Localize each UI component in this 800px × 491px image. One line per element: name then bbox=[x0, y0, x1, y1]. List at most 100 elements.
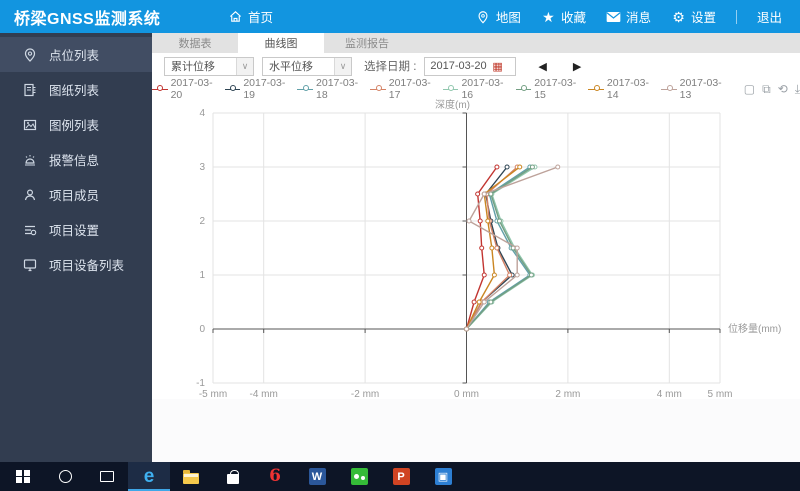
powerpoint-icon[interactable]: P bbox=[380, 462, 422, 491]
alarm-icon bbox=[25, 154, 35, 166]
legend-item-2017-03-17[interactable]: 2017-03-17 bbox=[370, 77, 433, 101]
line-chart: -5 mm -4 mm -2 mm 0 mm 2 mm 4 mm 5 mm 4 3 2 1 0 -1 深度… bbox=[152, 99, 800, 399]
cortana-icon[interactable] bbox=[44, 462, 86, 491]
svg-text:-5 mm: -5 mm bbox=[199, 389, 227, 399]
svg-text:0: 0 bbox=[199, 324, 205, 335]
task-view-icon[interactable] bbox=[86, 462, 128, 491]
svg-text:-1: -1 bbox=[196, 378, 205, 389]
legend-marker-icon bbox=[442, 85, 459, 93]
svg-text:-2 mm: -2 mm bbox=[351, 389, 379, 399]
calendar-icon: ▦ bbox=[492, 60, 503, 73]
chevron-down-icon: ∨ bbox=[236, 57, 253, 75]
sidebar-item-项目设备列表[interactable]: 项目设备列表 bbox=[0, 247, 152, 282]
download-icon[interactable]: ⤓ bbox=[795, 83, 800, 95]
main-content: 数据表曲线图监测报告 累计位移 ∨ 水平位移 ∨ 选择日期 : ▦ ◀ ▶ bbox=[151, 33, 800, 462]
nav-home[interactable]: 首页 bbox=[228, 7, 273, 26]
wechat-icon[interactable] bbox=[338, 462, 380, 491]
windows-taskbar: e 6 W P ▣ bbox=[0, 462, 800, 491]
app-title: 桥梁GNSS监测系统 bbox=[14, 10, 161, 28]
drawing-sheet-icon bbox=[24, 83, 36, 96]
tab-监测报告[interactable]: 监测报告 bbox=[324, 33, 410, 53]
app-window: 桥梁GNSS监测系统 首页 地图 ★ 收藏 消息 ⚙ 设置 退出 点位列表 图纸列表 图例列表报… bbox=[0, 0, 800, 491]
word-icon[interactable]: W bbox=[296, 462, 338, 491]
header-actions: 地图 ★ 收藏 消息 ⚙ 设置 退出 bbox=[476, 7, 800, 26]
prev-day-button[interactable]: ◀ bbox=[538, 60, 546, 73]
svg-text:深度(m): 深度(m) bbox=[435, 99, 470, 111]
home-icon bbox=[228, 9, 243, 24]
tab-数据表[interactable]: 数据表 bbox=[152, 33, 238, 53]
svg-text:2 mm: 2 mm bbox=[555, 389, 580, 399]
chart-canvas: -5 mm -4 mm -2 mm 0 mm 2 mm 4 mm 5 mm 4 3 2 1 0 -1 深度… bbox=[196, 99, 781, 399]
member-icon bbox=[24, 188, 36, 200]
gear-icon: ⚙ bbox=[672, 8, 685, 25]
file-explorer-icon[interactable] bbox=[170, 462, 212, 491]
svg-text:4: 4 bbox=[199, 108, 205, 119]
top-header: 桥梁GNSS监测系统 首页 地图 ★ 收藏 消息 ⚙ 设置 退出 bbox=[0, 0, 800, 33]
store-icon[interactable] bbox=[212, 462, 254, 491]
legend-item-2017-03-20[interactable]: 2017-03-20 bbox=[151, 77, 215, 101]
date-picker[interactable]: ▦ bbox=[424, 56, 517, 76]
date-label: 选择日期 : bbox=[364, 61, 417, 73]
location-pin-icon bbox=[24, 47, 36, 62]
legend-item-2017-03-14[interactable]: 2017-03-14 bbox=[588, 77, 651, 101]
header-action-设置[interactable]: ⚙ 设置 bbox=[671, 7, 716, 26]
svg-text:3: 3 bbox=[199, 162, 205, 173]
header-action-消息[interactable]: 消息 bbox=[606, 7, 651, 26]
map-pin-icon bbox=[476, 9, 491, 24]
tab-bar: 数据表 曲线图 监测报告 bbox=[152, 33, 800, 53]
svg-text:4 mm: 4 mm bbox=[657, 389, 682, 399]
legend-marker-icon bbox=[588, 85, 604, 93]
legend-marker-icon bbox=[515, 85, 532, 93]
chevron-down-icon: ∨ bbox=[334, 57, 351, 75]
displacement-type-value: 累计位移 bbox=[171, 61, 215, 73]
svg-text:-4 mm: -4 mm bbox=[250, 389, 278, 399]
legend-marker-icon bbox=[151, 85, 168, 93]
filter-controls: 累计位移 ∨ 水平位移 ∨ 选择日期 : ▦ ◀ ▶ bbox=[152, 53, 800, 79]
windows-start-icon[interactable] bbox=[2, 462, 44, 491]
legend-marker-icon bbox=[297, 85, 314, 93]
sidebar-item-点位列表[interactable]: 点位列表 bbox=[0, 37, 152, 72]
svg-text:位移量(mm): 位移量(mm) bbox=[728, 322, 781, 335]
header-action-地图[interactable]: 地图 bbox=[476, 7, 521, 26]
nav-home-label: 首页 bbox=[248, 11, 274, 25]
logout-button[interactable]: 退出 bbox=[757, 7, 782, 26]
next-day-button[interactable]: ▶ bbox=[573, 60, 581, 73]
direction-select[interactable]: 水平位移 ∨ bbox=[262, 56, 352, 76]
svg-text:1: 1 bbox=[199, 270, 205, 281]
box-zoom-icon[interactable]: ▢ bbox=[744, 83, 755, 95]
header-divider bbox=[735, 9, 737, 24]
legend-item-2017-03-16[interactable]: 2017-03-16 bbox=[442, 77, 506, 101]
legend-marker-icon bbox=[661, 85, 677, 93]
legend-marker-icon bbox=[370, 85, 386, 93]
header-action-收藏[interactable]: ★ 收藏 bbox=[541, 7, 586, 26]
date-input[interactable] bbox=[425, 60, 492, 72]
device-list-icon bbox=[23, 258, 37, 271]
displacement-type-select[interactable]: 累计位移 ∨ bbox=[164, 56, 254, 76]
blue-app-icon[interactable]: ▣ bbox=[422, 462, 464, 491]
sidebar-item-图例列表[interactable]: 图例列表 bbox=[0, 107, 152, 142]
refresh-icon[interactable]: ⟲ bbox=[778, 83, 788, 95]
legend-item-2017-03-19[interactable]: 2017-03-19 bbox=[224, 77, 288, 101]
svg-text:2: 2 bbox=[199, 216, 205, 227]
browser-360-icon[interactable]: 6 bbox=[254, 462, 296, 491]
legend-marker-icon bbox=[224, 85, 241, 93]
sidebar-item-报警信息[interactable]: 报警信息 bbox=[0, 142, 152, 177]
sidebar-item-项目设置[interactable]: 项目设置 bbox=[0, 212, 152, 247]
chart-legend: 2017-03-20 2017-03-19 2017-03-18 2017-03-17… bbox=[151, 77, 800, 101]
legend-item-2017-03-15[interactable]: 2017-03-15 bbox=[515, 77, 579, 101]
sidebar: 点位列表 图纸列表 图例列表 报警信息 项目成员 项目设置 项目设备列表 bbox=[0, 33, 152, 462]
chart-toolbox: ▢ ⧉ ⟲ ⤓ bbox=[744, 83, 800, 95]
svg-text:0 mm: 0 mm bbox=[454, 389, 479, 399]
tab-曲线图[interactable]: 曲线图 bbox=[238, 33, 324, 53]
star-icon: ★ bbox=[542, 8, 555, 25]
mail-icon bbox=[606, 9, 621, 24]
sidebar-item-项目成员[interactable]: 项目成员 bbox=[0, 177, 152, 212]
legend-item-2017-03-18[interactable]: 2017-03-18 bbox=[297, 77, 360, 101]
content-whitespace bbox=[152, 399, 800, 462]
svg-text:5 mm: 5 mm bbox=[708, 389, 733, 399]
direction-value: 水平位移 bbox=[269, 61, 313, 73]
sidebar-item-图纸列表[interactable]: 图纸列表 bbox=[0, 72, 152, 107]
legend-item-2017-03-13[interactable]: 2017-03-13 bbox=[661, 77, 724, 101]
edge-browser-icon[interactable]: e bbox=[128, 462, 170, 491]
zoom-reset-icon[interactable]: ⧉ bbox=[762, 83, 771, 95]
